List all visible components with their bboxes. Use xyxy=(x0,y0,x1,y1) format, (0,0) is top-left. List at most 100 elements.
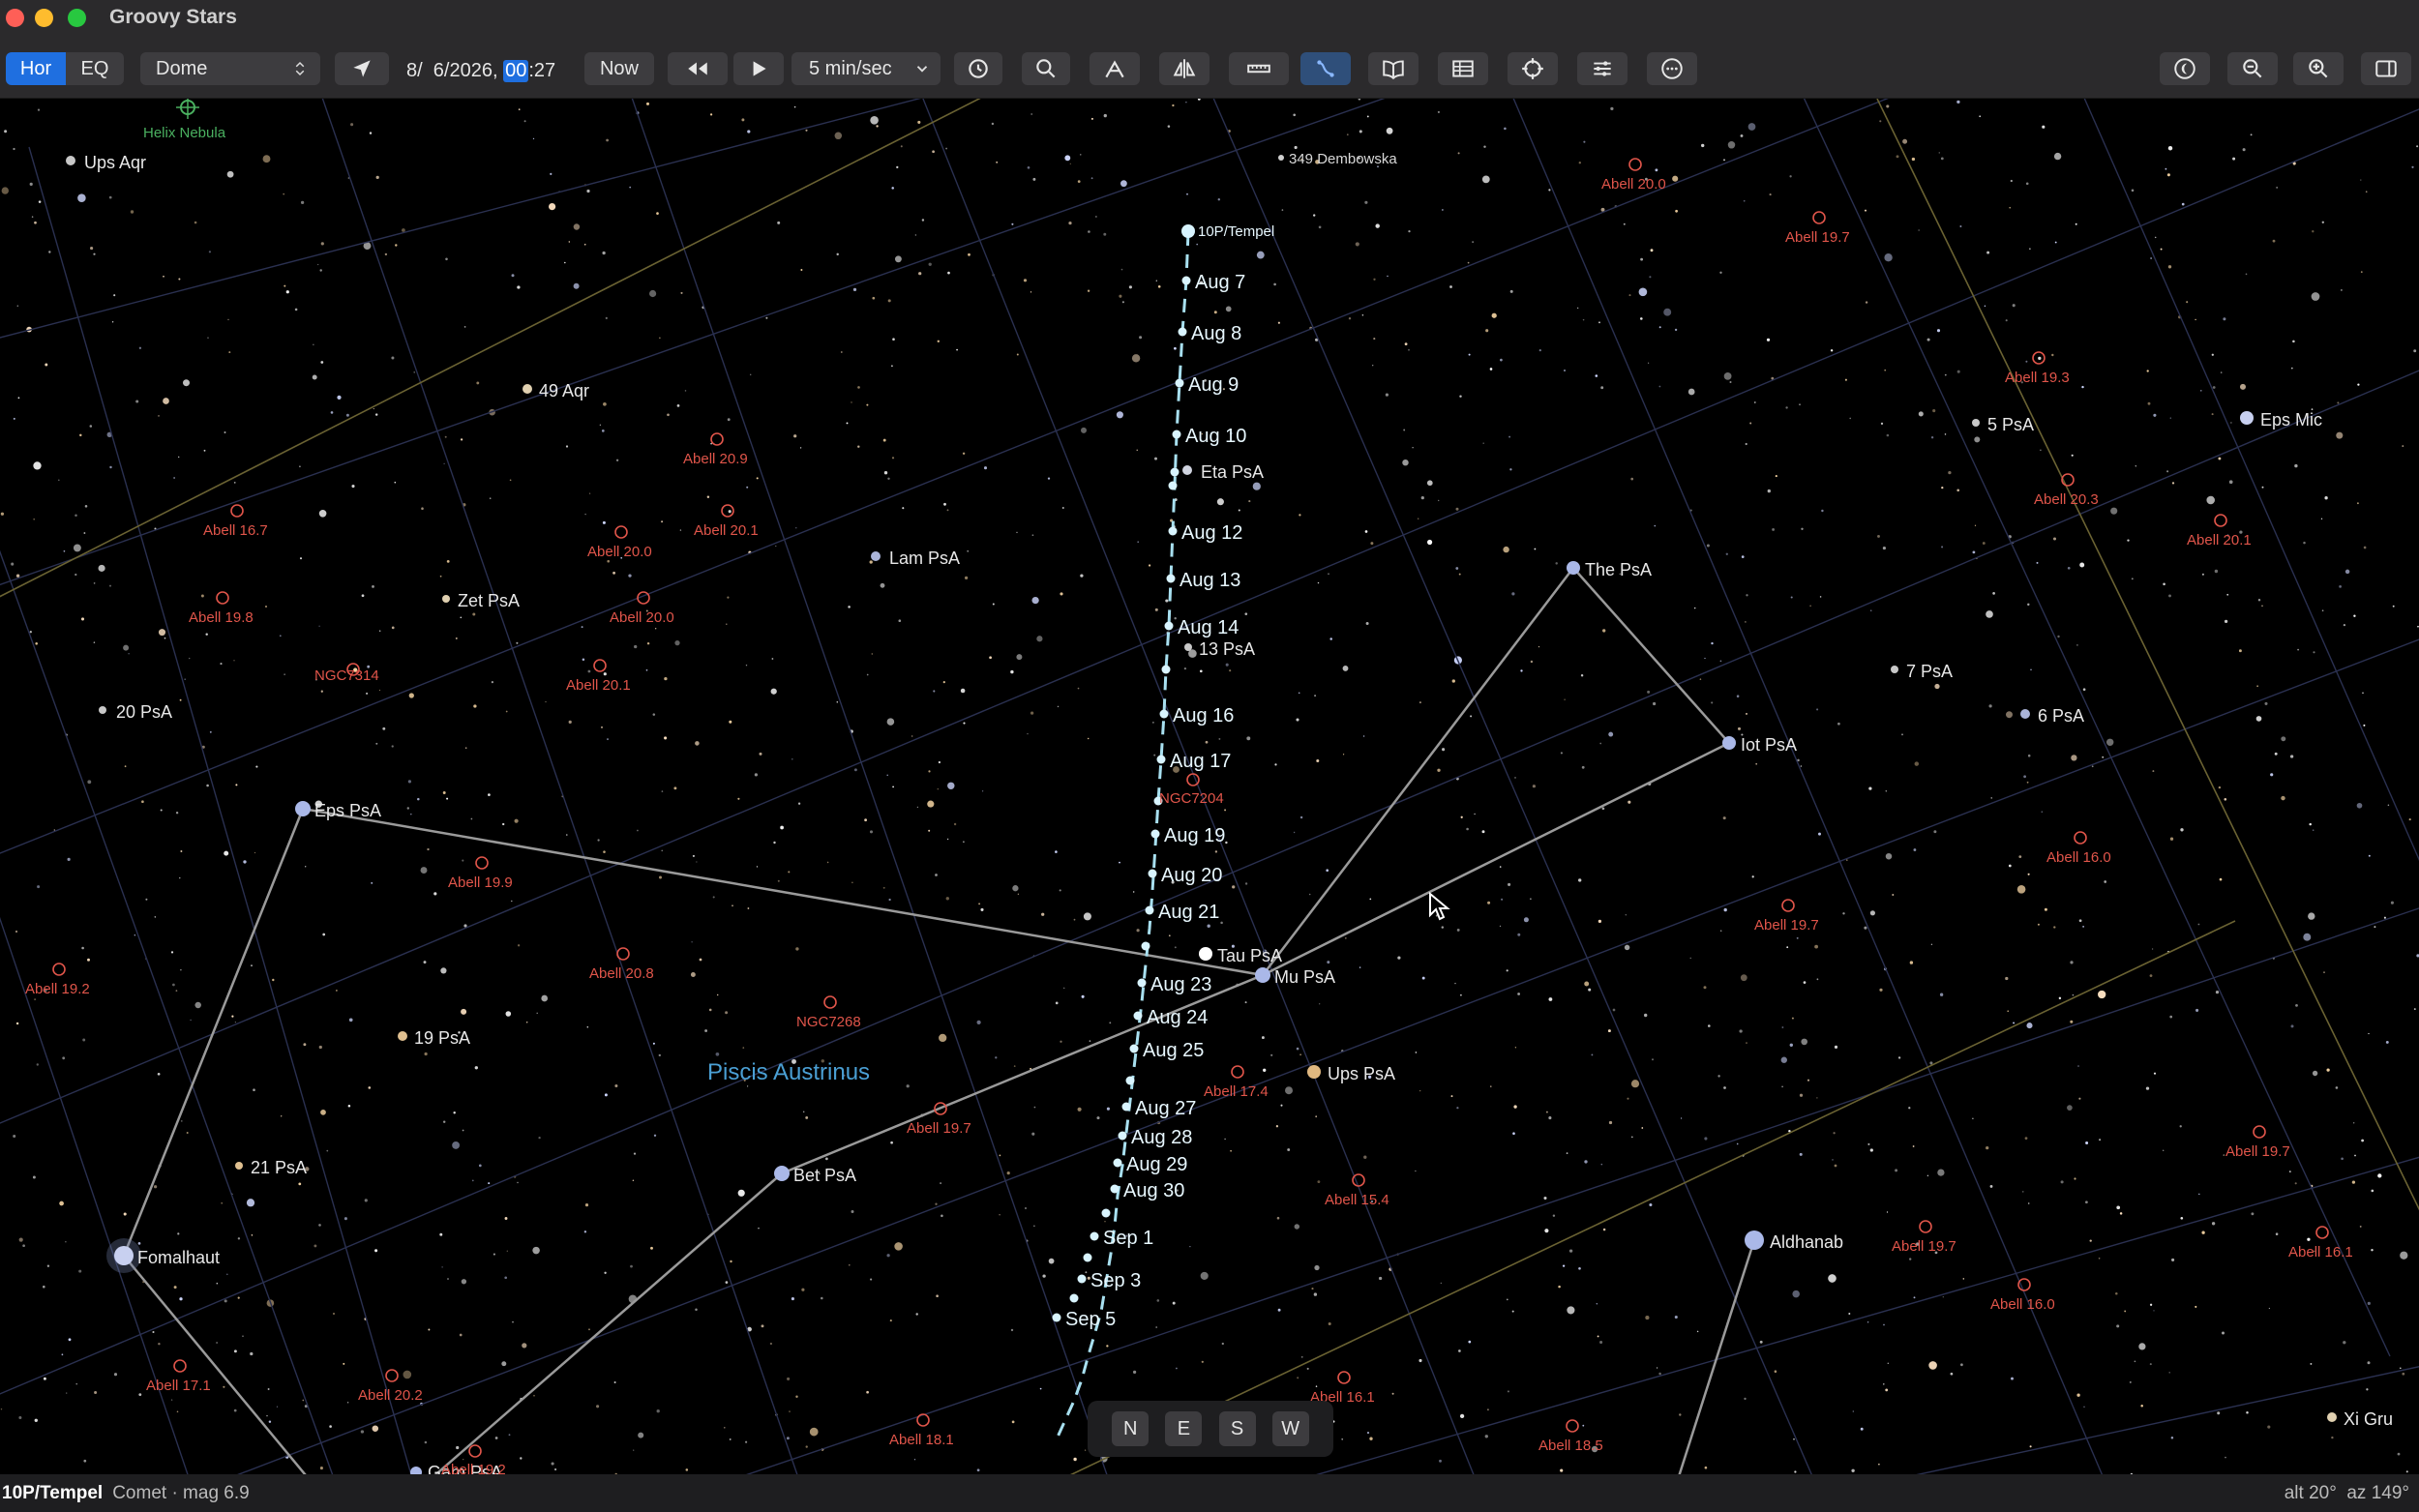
nebula-helix[interactable]: Helix Nebula xyxy=(143,99,226,141)
deep-sky-abell-19-7[interactable]: Abell 19.7 xyxy=(1892,1220,1956,1255)
table-button[interactable] xyxy=(1438,52,1488,85)
deep-sky-abell-19-7[interactable]: Abell 19.7 xyxy=(1754,899,1819,934)
star-xi-gru[interactable]: Xi Gru xyxy=(2327,1409,2393,1429)
deep-sky-abell-19-9[interactable]: Abell 19.9 xyxy=(448,856,513,891)
deep-sky-abell-19-8[interactable]: Abell 19.8 xyxy=(189,591,254,626)
now-button[interactable]: Now xyxy=(584,52,654,85)
more-options-button[interactable] xyxy=(1647,52,1697,85)
deep-sky-abell-18-5[interactable]: Abell 18.5 xyxy=(1538,1419,1603,1454)
deep-sky-abell-20-1[interactable]: Abell 20.1 xyxy=(2187,514,2252,548)
deep-sky-abell-16-0[interactable]: Abell 16.0 xyxy=(2046,831,2111,866)
star-tau-psa[interactable]: Tau PsA xyxy=(1199,946,1282,965)
deep-sky-abell-16-1[interactable]: Abell 16.1 xyxy=(2288,1226,2353,1260)
star-zet-psa[interactable]: Zet PsA xyxy=(442,591,520,610)
star-19-psa[interactable]: 19 PsA xyxy=(398,1028,470,1048)
location-button[interactable] xyxy=(335,52,389,85)
rewind-button[interactable] xyxy=(668,52,728,85)
background-star xyxy=(1786,946,1789,949)
background-star xyxy=(1942,1296,1944,1298)
orbit-path-button[interactable] xyxy=(1300,52,1351,85)
star-bet-psa[interactable]: Bet PsA xyxy=(774,1166,856,1185)
background-star xyxy=(279,635,282,637)
star-eps-psa[interactable]: Eps PsA xyxy=(295,801,381,820)
time-rate-select[interactable]: 5 min/sec xyxy=(791,52,941,85)
star-lam-psa[interactable]: Lam PsA xyxy=(871,548,960,568)
flip-view-button[interactable] xyxy=(1159,52,1210,85)
background-star xyxy=(2400,1367,2402,1369)
close-window-button[interactable] xyxy=(6,9,24,27)
background-star xyxy=(1696,1330,1699,1333)
sky-map-canvas[interactable]: 10P/TempelAug 7Aug 8Aug 9Aug 10Aug 12Aug… xyxy=(0,99,2419,1474)
sidebar-toggle-button[interactable] xyxy=(2361,52,2411,85)
deep-sky-ngc7204[interactable]: NGC7204 xyxy=(1159,773,1224,807)
search-button[interactable] xyxy=(1022,52,1070,85)
star-7-psa[interactable]: 7 PsA xyxy=(1891,662,1953,681)
deep-sky-abell-17-1[interactable]: Abell 17.1 xyxy=(146,1359,211,1394)
horizontal-mode-button[interactable]: Hor xyxy=(6,52,66,85)
deep-sky-abell-15-4[interactable]: Abell 15.4 xyxy=(1325,1173,1389,1208)
deep-sky-abell-17-4[interactable]: Abell 17.4 xyxy=(1204,1065,1269,1100)
compass-west-button[interactable]: W xyxy=(1271,1411,1309,1446)
view-mode-select[interactable]: Dome xyxy=(140,52,320,85)
deep-sky-ngc7314[interactable]: NGC7314 xyxy=(314,663,379,684)
star-aldhanab[interactable]: Aldhanab xyxy=(1745,1230,1843,1252)
star-eta-psa[interactable]: Eta PsA xyxy=(1182,462,1264,482)
catalog-button[interactable] xyxy=(1368,52,1419,85)
equatorial-mode-button[interactable]: EQ xyxy=(66,52,124,85)
star-the-psa[interactable]: The PsA xyxy=(1567,560,1652,579)
star-fomalhaut[interactable]: Fomalhaut xyxy=(106,1238,220,1273)
background-star xyxy=(2170,1437,2174,1439)
deep-sky-abell-16-0[interactable]: Abell 16.0 xyxy=(1990,1278,2055,1313)
deep-sky-abell-19-2[interactable]: Abell 19.2 xyxy=(441,1444,506,1474)
night-mode-button[interactable] xyxy=(2160,52,2210,85)
ruler-button[interactable] xyxy=(1229,52,1289,85)
background-star xyxy=(345,413,349,417)
background-star xyxy=(1011,222,1014,225)
maximize-window-button[interactable] xyxy=(68,9,86,27)
minimize-window-button[interactable] xyxy=(35,9,53,27)
deep-sky-abell-20-8[interactable]: Abell 20.8 xyxy=(589,947,654,982)
play-button[interactable] xyxy=(733,52,784,85)
star-21-psa[interactable]: 21 PsA xyxy=(235,1158,307,1177)
center-target-button[interactable] xyxy=(1508,52,1558,85)
star-ups-aqr[interactable]: Ups Aqr xyxy=(66,153,146,172)
deep-sky-ngc7268[interactable]: NGC7268 xyxy=(796,995,861,1030)
background-star xyxy=(348,1018,353,1023)
zoom-out-button[interactable] xyxy=(2227,52,2278,85)
star-eps-mic[interactable]: Eps Mic xyxy=(2240,410,2322,430)
star-6-psa[interactable]: 6 PsA xyxy=(2020,706,2084,726)
background-star xyxy=(1930,435,1934,439)
deep-sky-abell-19-7[interactable]: Abell 19.7 xyxy=(1785,211,1850,246)
deep-sky-abell-20-1[interactable]: Abell 20.1 xyxy=(694,504,759,539)
deep-sky-abell-20-1[interactable]: Abell 20.1 xyxy=(566,659,631,694)
deep-sky-abell-18-1[interactable]: Abell 18.1 xyxy=(889,1413,954,1448)
comet-10p-tempel[interactable]: 10P/Tempel xyxy=(1181,223,1274,240)
deep-sky-abell-19-3[interactable]: Abell 19.3 xyxy=(2005,351,2070,386)
background-star xyxy=(1060,592,1063,596)
deep-sky-abell-20-3[interactable]: Abell 20.3 xyxy=(2034,473,2099,508)
sky-map[interactable]: 10P/Tempel Aug 7 Aug 8 Aug 9 Aug 10 Aug 12 Aug… xyxy=(0,99,2419,1474)
deep-sky-abell-20-9[interactable]: Abell 20.9 xyxy=(683,432,748,467)
zoom-in-button[interactable] xyxy=(2293,52,2344,85)
star-iot-psa[interactable]: Iot PsA xyxy=(1722,735,1797,755)
compass-east-button[interactable]: E xyxy=(1165,1411,1203,1446)
star-5-psa[interactable]: 5 PsA xyxy=(1972,415,2034,434)
telescope-button[interactable] xyxy=(1090,52,1140,85)
star-mu-psa[interactable]: Mu PsA xyxy=(1255,967,1335,987)
background-star xyxy=(1449,285,1452,288)
star-20-psa[interactable]: 20 PsA xyxy=(99,702,172,722)
background-star xyxy=(2195,1305,2197,1308)
deep-sky-abell-20-0[interactable]: Abell 20.0 xyxy=(1601,158,1666,193)
deep-sky-abell-19-2[interactable]: Abell 19.2 xyxy=(25,963,90,997)
deep-sky-abell-20-2[interactable]: Abell 20.2 xyxy=(358,1369,423,1404)
compass-south-button[interactable]: S xyxy=(1218,1411,1256,1446)
deep-sky-abell-20-0[interactable]: Abell 20.0 xyxy=(587,525,652,560)
display-settings-button[interactable] xyxy=(1577,52,1628,85)
date-hour-selected[interactable]: 00 xyxy=(503,59,529,82)
deep-sky-abell-19-7[interactable]: Abell 19.7 xyxy=(2225,1125,2290,1160)
date-time-field[interactable]: 8/ 6/2026, 00:27 xyxy=(406,56,555,85)
time-history-button[interactable] xyxy=(954,52,1002,85)
asteroid-349-dembowska[interactable]: 349 Dembowska xyxy=(1278,151,1397,167)
star-ups-psa[interactable]: Ups PsA xyxy=(1307,1064,1395,1083)
compass-north-button[interactable]: N xyxy=(1112,1411,1150,1446)
